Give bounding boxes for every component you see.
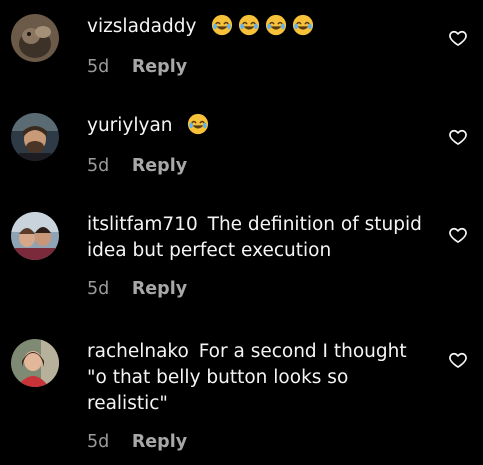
face-with-tears-of-joy-icon: [292, 14, 314, 44]
comment-time: 5d: [87, 432, 110, 452]
comment-text: yuriylyan: [87, 113, 429, 143]
comment-meta: 5d Reply: [87, 431, 429, 453]
reply-button[interactable]: Reply: [132, 431, 187, 453]
face-with-tears-of-joy-icon: [238, 14, 260, 44]
heart-outline-icon[interactable]: [448, 127, 468, 147]
comment-meta: 5d Reply: [87, 155, 429, 177]
comment-time: 5d: [87, 156, 110, 176]
comment-time: 5d: [87, 57, 110, 77]
comment-username[interactable]: rachelnako: [87, 341, 189, 362]
comment-meta: 5d Reply: [87, 56, 429, 78]
emoji-row: [206, 14, 314, 37]
avatar[interactable]: [11, 113, 59, 161]
reply-button[interactable]: Reply: [132, 278, 187, 300]
comment-username[interactable]: yuriylyan: [87, 115, 173, 136]
avatar[interactable]: [11, 14, 59, 62]
face-with-tears-of-joy-icon: [211, 14, 233, 44]
face-with-tears-of-joy-icon: [187, 113, 209, 143]
avatar[interactable]: [11, 339, 59, 387]
heart-outline-icon[interactable]: [448, 225, 468, 245]
comment-time: 5d: [87, 279, 110, 299]
comment-text: rachelnako For a second I thought "o tha…: [87, 339, 429, 417]
comment-text: itslitfam710 The definition of stupid id…: [87, 212, 429, 264]
comment-username[interactable]: vizsladaddy: [87, 16, 196, 37]
comment-username[interactable]: itslitfam710: [87, 214, 198, 235]
reply-button[interactable]: Reply: [132, 155, 187, 177]
heart-outline-icon[interactable]: [448, 28, 468, 48]
emoji-row: [182, 113, 209, 136]
avatar[interactable]: [11, 212, 59, 260]
face-with-tears-of-joy-icon: [265, 14, 287, 44]
reply-button[interactable]: Reply: [132, 56, 187, 78]
comment-text: vizsladaddy: [87, 14, 429, 44]
comment-meta: 5d Reply: [87, 278, 429, 300]
heart-outline-icon[interactable]: [448, 350, 468, 370]
comment-list: vizsladaddy 5d Reply yuriylyan 5d Reply …: [0, 0, 483, 465]
